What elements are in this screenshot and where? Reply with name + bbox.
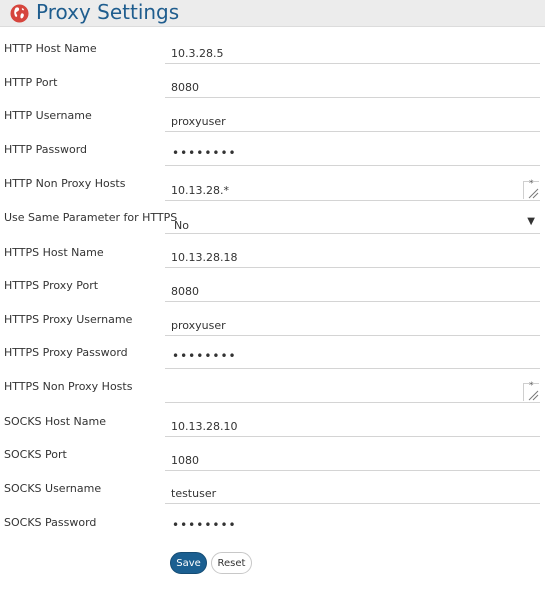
socks-username-label: SOCKS Username — [4, 482, 102, 495]
form-row-http-port: HTTP Port 8080 — [0, 73, 545, 107]
socks-host-label: SOCKS Host Name — [4, 415, 107, 428]
form-row-same-https: Use Same Parameter for HTTPS No ▼ — [0, 209, 545, 243]
save-button[interactable]: Save — [170, 552, 207, 574]
http-username-value: proxyuser — [171, 115, 226, 128]
form-row-https-username: HTTPS Proxy Username proxyuser — [0, 311, 545, 345]
socks-username-input[interactable]: testuser — [165, 482, 540, 504]
form-row-socks-username: SOCKS Username testuser — [0, 480, 545, 514]
https-username-value: proxyuser — [171, 319, 226, 332]
https-password-value: •••••••• — [172, 349, 237, 363]
form-row-https-host: HTTPS Host Name 10.13.28.18 — [0, 243, 545, 277]
resize-handle[interactable]: * — [523, 179, 539, 199]
https-host-input[interactable]: 10.13.28.18 — [165, 246, 540, 268]
same-https-select[interactable]: No ▼ — [165, 211, 540, 234]
https-host-value: 10.13.28.18 — [171, 251, 238, 264]
form-row-http-non-proxy: HTTP Non Proxy Hosts 10.13.28.* * — [0, 175, 545, 209]
form-row-socks-host: SOCKS Host Name 10.13.28.10 — [0, 413, 545, 447]
socks-password-label: SOCKS Password — [4, 516, 97, 529]
socks-port-input[interactable]: 1080 — [165, 449, 540, 471]
form-row-socks-port: SOCKS Port 1080 — [0, 446, 545, 480]
resize-handle[interactable]: * — [523, 381, 539, 401]
socks-password-value: •••••••• — [172, 518, 237, 532]
http-host-input[interactable]: 10.3.28.5 — [165, 42, 540, 64]
resize-grip-icon — [528, 390, 539, 401]
https-non-proxy-label: HTTPS Non Proxy Hosts — [4, 380, 133, 393]
same-https-label: Use Same Parameter for HTTPS — [4, 211, 178, 224]
form-row-http-host: HTTP Host Name 10.3.28.5 — [0, 39, 545, 73]
http-username-label: HTTP Username — [4, 109, 92, 122]
reset-button[interactable]: Reset — [211, 552, 252, 574]
form-row-socks-password: SOCKS Password •••••••• — [0, 514, 545, 548]
socks-host-input[interactable]: 10.13.28.10 — [165, 415, 540, 437]
socks-password-input[interactable]: •••••••• — [165, 516, 540, 538]
socks-host-value: 10.13.28.10 — [171, 420, 238, 433]
http-port-value: 8080 — [171, 81, 199, 94]
form-row-https-non-proxy: HTTPS Non Proxy Hosts * — [0, 378, 545, 412]
https-username-input[interactable]: proxyuser — [165, 314, 540, 336]
form-row-https-port: HTTPS Proxy Port 8080 — [0, 277, 545, 311]
https-port-label: HTTPS Proxy Port — [4, 279, 99, 292]
page-header: Proxy Settings — [0, 0, 545, 27]
http-non-proxy-value: 10.13.28.* — [171, 184, 229, 197]
http-username-input[interactable]: proxyuser — [165, 110, 540, 132]
http-host-value: 10.3.28.5 — [171, 47, 224, 60]
page-title: Proxy Settings — [36, 0, 180, 24]
form-row-http-username: HTTP Username proxyuser — [0, 107, 545, 141]
same-https-value: No — [174, 219, 189, 232]
https-port-input[interactable]: 8080 — [165, 280, 540, 302]
https-username-label: HTTPS Proxy Username — [4, 313, 133, 326]
https-password-label: HTTPS Proxy Password — [4, 346, 128, 359]
http-password-value: •••••••• — [172, 146, 237, 160]
form-row-https-password: HTTPS Proxy Password •••••••• — [0, 344, 545, 378]
socks-username-value: testuser — [171, 487, 217, 500]
http-non-proxy-label: HTTP Non Proxy Hosts — [4, 177, 126, 190]
https-non-proxy-textarea[interactable]: * — [165, 378, 540, 403]
http-host-label: HTTP Host Name — [4, 42, 97, 55]
resize-grip-icon — [528, 188, 539, 199]
http-port-label: HTTP Port — [4, 76, 58, 89]
socks-port-value: 1080 — [171, 454, 199, 467]
http-password-input[interactable]: •••••••• — [165, 144, 540, 166]
globe-icon — [10, 4, 29, 23]
form-row-http-password: HTTP Password •••••••• — [0, 141, 545, 175]
https-host-label: HTTPS Host Name — [4, 246, 104, 259]
dropdown-arrow-icon: ▼ — [527, 216, 535, 227]
http-non-proxy-textarea[interactable]: 10.13.28.* * — [165, 177, 540, 201]
http-port-input[interactable]: 8080 — [165, 76, 540, 98]
http-password-label: HTTP Password — [4, 143, 88, 156]
socks-port-label: SOCKS Port — [4, 448, 67, 461]
https-port-value: 8080 — [171, 285, 199, 298]
https-password-input[interactable]: •••••••• — [165, 347, 540, 369]
